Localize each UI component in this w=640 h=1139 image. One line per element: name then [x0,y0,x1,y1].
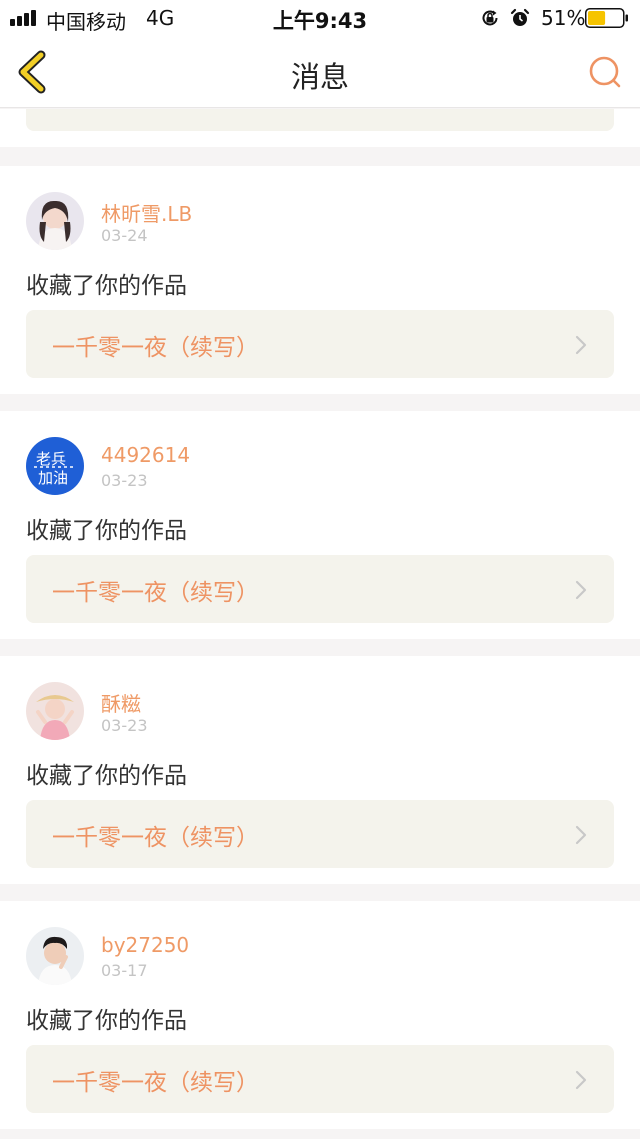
chevron-right-icon [575,580,587,600]
chevron-right-icon [575,825,587,845]
message-card: 老兵 加油 4492614 03-23 收藏了你的作品一千零一夜（续写） [0,411,640,639]
message-date: 03-23 [101,471,148,490]
previous-message-partial [0,109,640,147]
orientation-lock-icon [482,10,498,26]
work-link-box[interactable]: 一千零一夜（续写） [26,310,614,378]
message-card: 林昕雪.LB 03-24 收藏了你的作品一千零一夜（续写） [0,166,640,394]
message-card: 酥糍 03-23 收藏了你的作品一千零一夜（续写） [0,656,640,884]
battery-percent: 51% [541,6,586,30]
message-action-text: 收藏了你的作品 [26,1008,187,1034]
username[interactable]: 林昕雪.LB [101,198,192,227]
message-action-text: 收藏了你的作品 [26,518,187,544]
message-action-text: 收藏了你的作品 [26,763,187,789]
username[interactable]: 酥糍 [101,688,141,717]
chevron-right-icon [575,1070,587,1090]
avatar[interactable]: 老兵 加油 [26,437,84,495]
username[interactable]: by27250 [101,933,189,957]
work-link-box[interactable]: 一千零一夜（续写） [26,1045,614,1113]
work-title: 一千零一夜（续写） [52,1070,259,1096]
battery-icon [585,8,628,28]
work-link-box[interactable]: 一千零一夜（续写） [26,800,614,868]
avatar[interactable] [26,927,84,985]
avatar[interactable] [26,192,84,250]
message-card: by27250 03-17 收藏了你的作品一千零一夜（续写） [0,901,640,1129]
work-link-box[interactable]: 一千零一夜（续写） [26,555,614,623]
svg-text:老兵: 老兵 [36,450,66,468]
alarm-icon [510,8,530,26]
message-date: 03-17 [101,961,148,980]
svg-text:加油: 加油 [38,469,68,487]
message-action-text: 收藏了你的作品 [26,273,187,299]
username[interactable]: 4492614 [101,443,190,467]
work-title: 一千零一夜（续写） [52,825,259,851]
chevron-right-icon [575,335,587,355]
nav-bar: 消息 [0,36,640,108]
status-bar: 中国移动 4G 上午9:43 51% [0,0,640,36]
search-icon[interactable] [586,52,626,92]
previous-work-box[interactable] [26,109,614,131]
message-date: 03-23 [101,716,148,735]
work-title: 一千零一夜（续写） [52,335,259,361]
message-date: 03-24 [101,226,148,245]
work-title: 一千零一夜（续写） [52,580,259,606]
page-title: 消息 [290,60,349,94]
avatar[interactable] [26,682,84,740]
